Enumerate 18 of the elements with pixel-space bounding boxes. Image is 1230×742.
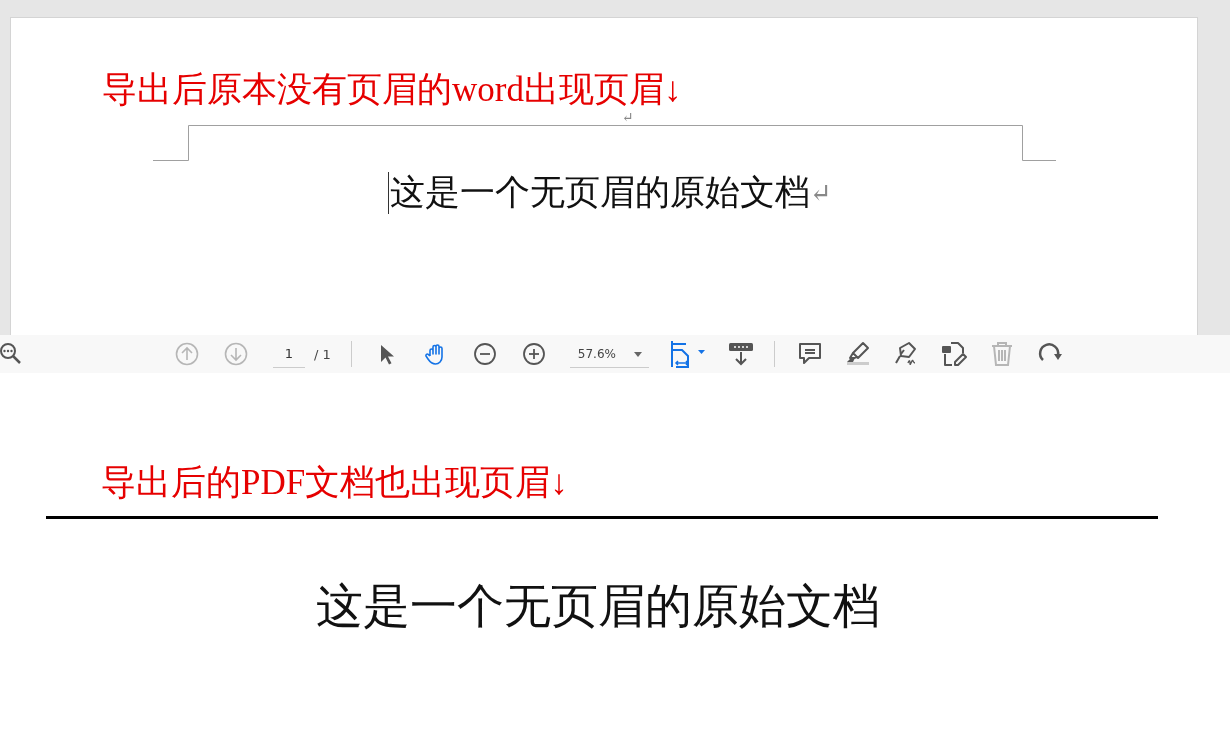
edit-document-icon[interactable] xyxy=(940,340,967,368)
annotation-text: 导出后的PDF文档也出现页眉↓ xyxy=(101,463,568,503)
zoom-field[interactable]: 57.6% xyxy=(569,340,649,368)
body-text: 这是一个无页眉的原始文档 xyxy=(316,579,880,634)
caret-icon[interactable] xyxy=(633,352,642,357)
text-cursor xyxy=(388,172,389,214)
zoom-out-icon[interactable] xyxy=(471,340,498,368)
paragraph-mark: ↵ xyxy=(622,111,634,125)
scroll-icon[interactable] xyxy=(727,340,754,368)
body-text: 这是一个无页眉的原始文档 xyxy=(390,172,810,214)
annotation-text: 导出后原本没有页眉的word出现页眉↓ xyxy=(102,70,682,110)
page-count: / 1 xyxy=(314,346,331,362)
fit-page-icon[interactable] xyxy=(669,340,708,368)
page-number-field[interactable]: 1 xyxy=(273,340,305,368)
zoom-in-icon[interactable] xyxy=(520,340,547,368)
highlighter-icon[interactable] xyxy=(844,340,871,368)
paragraph-mark: ↵ xyxy=(810,177,832,209)
pen-icon[interactable] xyxy=(892,340,919,368)
